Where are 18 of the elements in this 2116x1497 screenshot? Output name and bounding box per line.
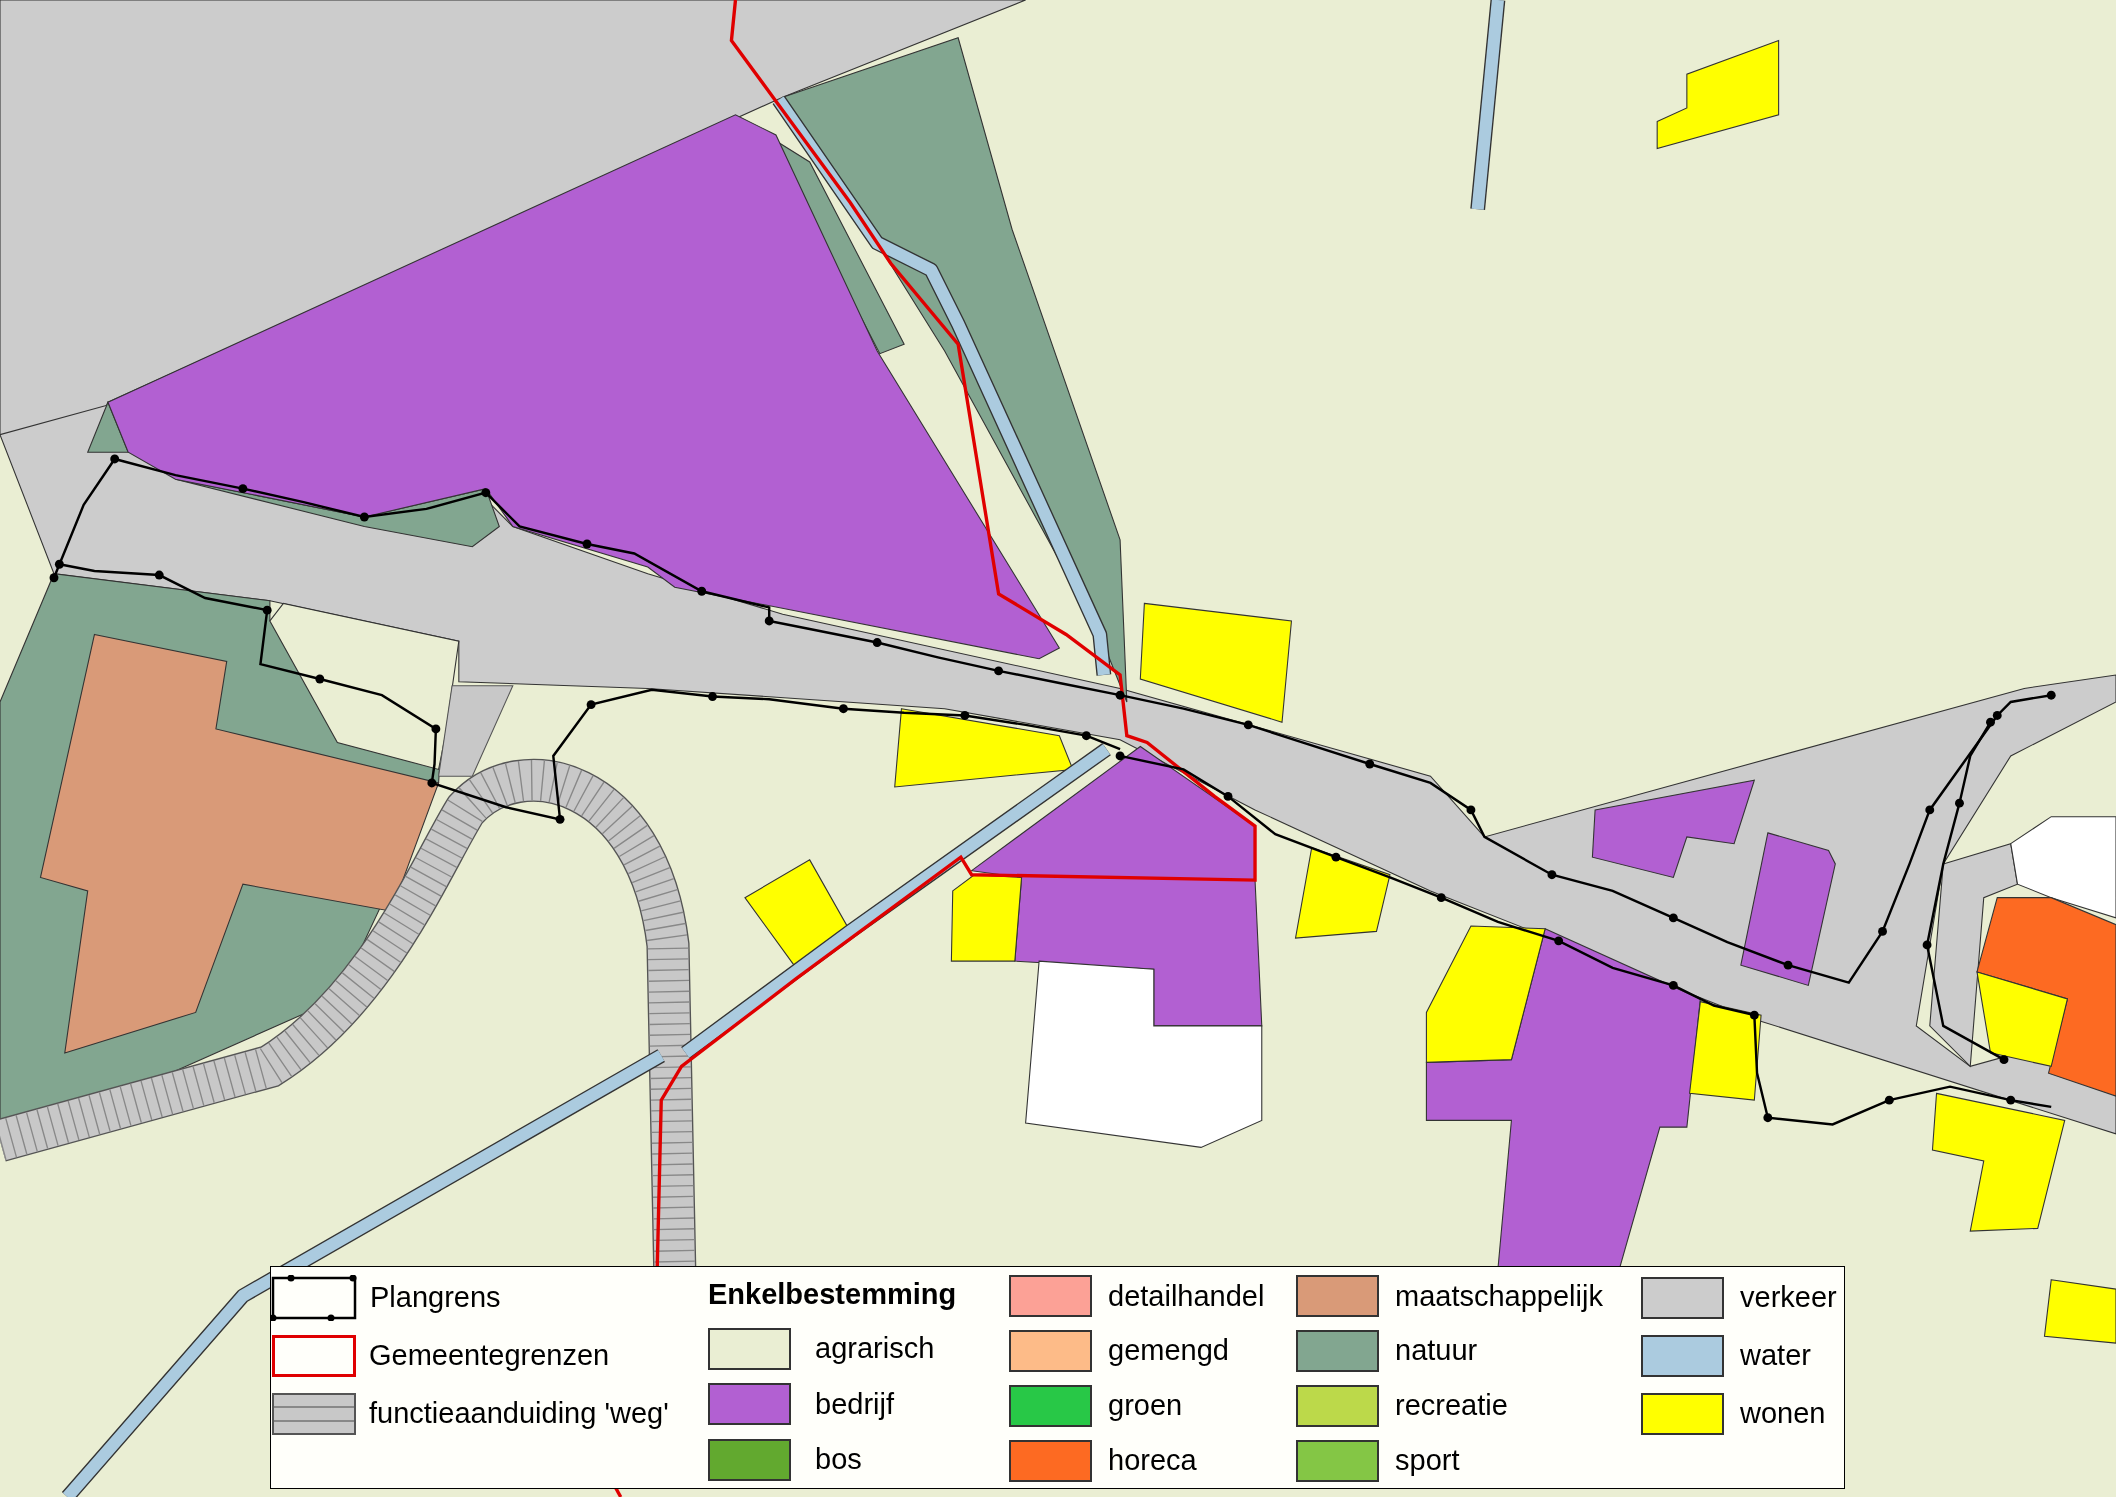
legend-label: horeca [1108, 1442, 1197, 1478]
legend-label: bos [815, 1442, 862, 1478]
legend-label: water [1740, 1338, 1811, 1374]
legend-label: gemengd [1108, 1333, 1229, 1369]
legend-label: natuur [1395, 1333, 1478, 1369]
legend-label: bedrijf [815, 1386, 894, 1422]
legend-label: wonen [1740, 1396, 1826, 1432]
legend-label: sport [1395, 1442, 1460, 1478]
legend-label: maatschappelijk [1395, 1278, 1603, 1314]
legend-label: agrarisch [815, 1330, 935, 1366]
legend-label: groen [1108, 1388, 1183, 1424]
legend-label: recreatie [1395, 1388, 1508, 1424]
legend-label: verkeer [1740, 1280, 1837, 1316]
legend-label: Gemeentegrenzen [369, 1338, 610, 1374]
legend-label: Plangrens [370, 1280, 501, 1316]
legend-heading: Enkelbestemming [708, 1277, 957, 1313]
legend-label: detailhandel [1108, 1278, 1265, 1314]
legend-label: functieaanduiding 'weg' [369, 1396, 669, 1432]
